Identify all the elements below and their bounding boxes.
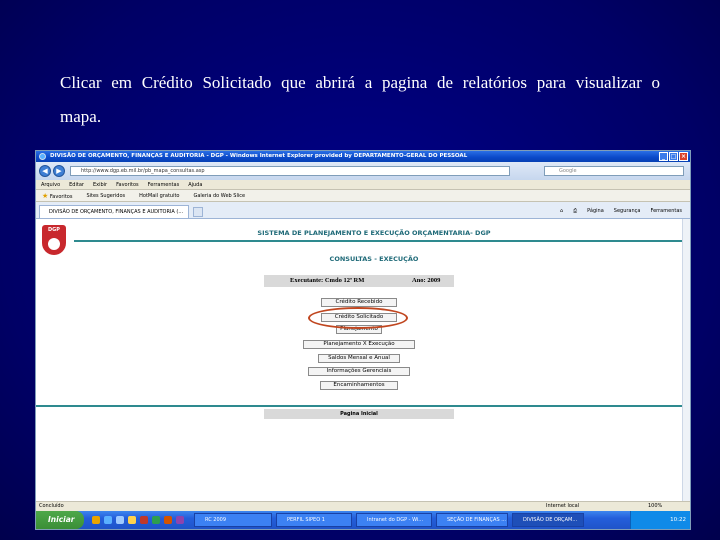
- section-title: CONSULTAS - EXECUÇÃO: [329, 255, 419, 263]
- print-icon[interactable]: ⎙: [573, 206, 577, 216]
- menu-item[interactable]: Editar: [69, 180, 84, 189]
- taskbar-item[interactable]: SEÇÃO DE FINANÇAS ...: [436, 513, 508, 527]
- credito-recebido-button[interactable]: Crédito Recebido: [321, 298, 397, 307]
- favorites-button[interactable]: Favoritos: [50, 194, 73, 200]
- tab-bar: DIVISÃO DE ORÇAMENTO, FINANÇAS E AUDITOR…: [36, 202, 690, 219]
- slide-caption: Clicar em Crédito Solicitado que abrirá …: [60, 73, 660, 126]
- planejamento-execucao-button[interactable]: Planejamento X Execução: [303, 340, 415, 349]
- forward-arrow-icon[interactable]: ▶: [53, 165, 65, 177]
- window-titlebar: DIVISÃO DE ORÇAMENTO, FINANÇAS E AUDITOR…: [36, 151, 690, 162]
- quicklaunch-desktop-icon[interactable]: [116, 516, 124, 524]
- command-tools[interactable]: Ferramentas: [650, 206, 682, 216]
- quicklaunch-app-icon[interactable]: [140, 516, 148, 524]
- menu-bar: Arquivo Editar Exibir Favoritos Ferramen…: [36, 180, 690, 190]
- quicklaunch-ppt-icon[interactable]: [164, 516, 172, 524]
- favorites-link[interactable]: Sites Sugeridos: [86, 190, 125, 201]
- new-tab-button[interactable]: [193, 207, 203, 217]
- taskbar-item[interactable]: RC 2009: [194, 513, 272, 527]
- windows-taskbar: Iniciar RC 2009 PERFIL SIPEO 1 Intranet …: [36, 511, 690, 529]
- footer-divider: [36, 405, 682, 407]
- browser-screenshot: DIVISÃO DE ORÇAMENTO, FINANÇAS E AUDITOR…: [35, 150, 691, 530]
- executante-label: Executante: Cmdo 12ª RM: [290, 277, 365, 284]
- back-arrow-icon[interactable]: ◀: [39, 165, 51, 177]
- highlight-ring: [308, 307, 408, 329]
- quicklaunch-misc-icon[interactable]: [176, 516, 184, 524]
- home-icon[interactable]: ⌂: [560, 206, 563, 216]
- taskbar-item[interactable]: Intranet do DGP - Wi...: [356, 513, 432, 527]
- window-title: DIVISÃO DE ORÇAMENTO, FINANÇAS E AUDITOR…: [50, 153, 468, 159]
- command-security[interactable]: Segurança: [614, 206, 641, 216]
- system-tray: 10:22: [630, 511, 690, 529]
- favorites-bar: ★ Favoritos Sites Sugeridos HotMail grat…: [36, 190, 690, 202]
- quicklaunch-ie-icon[interactable]: [104, 516, 112, 524]
- internet-explorer-icon: [39, 153, 46, 160]
- command-bar: ⌂ ⎙ Página Segurança Ferramentas: [560, 206, 682, 216]
- taskbar-item-active[interactable]: DIVISÃO DE ORÇAM...: [512, 513, 584, 527]
- zoom-level[interactable]: 100%: [648, 502, 662, 511]
- status-bar: Concluído Internet local 100%: [36, 501, 690, 511]
- status-text: Concluído: [39, 503, 64, 509]
- menu-item[interactable]: Arquivo: [41, 180, 60, 189]
- quicklaunch-excel-icon[interactable]: [152, 516, 160, 524]
- star-icon: ★: [42, 192, 49, 200]
- executante-bar: Executante: Cmdo 12ª RM Ano: 2009: [264, 275, 454, 287]
- quicklaunch-folder-icon[interactable]: [92, 516, 100, 524]
- clock: 10:22: [670, 517, 686, 523]
- pagina-inicial-link[interactable]: Pagina Inicial: [264, 409, 454, 419]
- maximize-button[interactable]: □: [669, 152, 678, 161]
- header-divider: [74, 240, 682, 242]
- search-input[interactable]: Google: [544, 166, 684, 176]
- favorites-link[interactable]: Galeria do Web Slice: [193, 190, 245, 201]
- menu-item[interactable]: Exibir: [93, 180, 107, 189]
- page-content: DGP SISTEMA DE PLANEJAMENTO E EXECUÇÃO O…: [36, 219, 682, 501]
- system-title: SISTEMA DE PLANEJAMENTO E EXECUÇÃO ORÇAM…: [257, 229, 491, 237]
- menu-item[interactable]: Favoritos: [116, 180, 139, 189]
- informacoes-gerenciais-button[interactable]: Informações Gerenciais: [308, 367, 410, 376]
- minimize-button[interactable]: _: [659, 152, 668, 161]
- menu-item[interactable]: Ferramentas: [148, 180, 180, 189]
- address-bar: ◀ ▶ http://www.dgp.eb.mil.br/pb_mapa_con…: [36, 162, 690, 180]
- start-button[interactable]: Iniciar: [36, 511, 84, 529]
- saldos-button[interactable]: Saldos Mensal e Anual: [318, 354, 400, 363]
- quicklaunch-mail-icon[interactable]: [128, 516, 136, 524]
- url-input[interactable]: http://www.dgp.eb.mil.br/pb_mapa_consult…: [70, 166, 510, 176]
- menu-item[interactable]: Ajuda: [188, 180, 202, 189]
- favorites-link[interactable]: HotMail gratuito: [139, 190, 179, 201]
- tab-active[interactable]: DIVISÃO DE ORÇAMENTO, FINANÇAS E AUDITOR…: [39, 205, 189, 218]
- vertical-scrollbar[interactable]: [682, 219, 690, 501]
- close-button[interactable]: ×: [679, 152, 688, 161]
- taskbar-item[interactable]: PERFIL SIPEO 1: [276, 513, 352, 527]
- command-page[interactable]: Página: [587, 206, 604, 216]
- security-zone: Internet local: [546, 503, 580, 509]
- year-label: Ano: 2009: [412, 277, 441, 284]
- encaminhamentos-button[interactable]: Encaminhamentos: [320, 381, 398, 390]
